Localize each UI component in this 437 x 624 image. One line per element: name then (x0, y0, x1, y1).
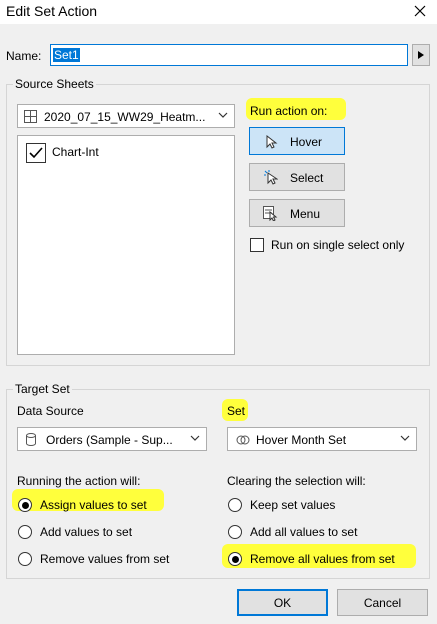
select-button-label: Select (290, 171, 324, 185)
remove-all-values-radio[interactable] (228, 552, 242, 566)
ok-button[interactable]: OK (237, 589, 328, 616)
set-value: Hover Month Set (256, 433, 347, 447)
sheet-list: Chart-Int (17, 135, 235, 355)
add-all-values-label: Add all values to set (250, 525, 358, 539)
running-action-label: Running the action will: (17, 474, 141, 488)
sheet-item-label: Chart-Int (52, 145, 99, 159)
window-title: Edit Set Action (6, 3, 98, 19)
grid-icon (24, 110, 37, 123)
source-sheets-legend: Source Sheets (13, 77, 96, 91)
assign-radio[interactable] (18, 498, 32, 512)
triangle-right-icon (418, 51, 424, 59)
name-expand-button[interactable] (412, 44, 430, 66)
set-dropdown[interactable]: Hover Month Set (227, 427, 417, 451)
data-source-label: Data Source (17, 404, 84, 418)
remove-values-radio[interactable] (18, 552, 32, 566)
cancel-button[interactable]: Cancel (337, 589, 428, 616)
data-source-value: Orders (Sample - Sup... (46, 433, 173, 447)
keep-values-label: Keep set values (250, 498, 336, 512)
source-sheet-dropdown[interactable]: 2020_07_15_WW29_Heatm... (17, 104, 235, 128)
add-all-values-radio[interactable] (228, 525, 242, 539)
assign-label: Assign values to set (40, 498, 147, 512)
single-select-checkbox[interactable] (250, 238, 264, 252)
source-sheet-value: 2020_07_15_WW29_Heatm... (44, 110, 206, 124)
menu-icon (263, 206, 278, 221)
menu-button[interactable]: Menu (249, 199, 345, 227)
add-values-radio[interactable] (18, 525, 32, 539)
hover-button[interactable]: Hover (249, 127, 345, 155)
remove-all-values-label: Remove all values from set (250, 552, 395, 566)
chevron-down-icon (218, 112, 228, 118)
run-action-label: Run action on: (250, 104, 328, 118)
select-icon (264, 170, 278, 185)
set-label: Set (227, 404, 246, 418)
single-select-label: Run on single select only (271, 238, 405, 252)
clearing-selection-label: Clearing the selection will: (227, 474, 366, 488)
add-values-label: Add values to set (40, 525, 133, 539)
checkmark-icon (29, 147, 43, 159)
select-button[interactable]: Select (249, 163, 345, 191)
sheet-checkbox[interactable] (26, 143, 46, 163)
keep-values-radio[interactable] (228, 498, 242, 512)
chevron-down-icon (190, 435, 200, 441)
database-icon (26, 433, 36, 446)
name-label: Name: (6, 49, 42, 63)
data-source-dropdown[interactable]: Orders (Sample - Sup... (17, 427, 207, 451)
hover-button-label: Hover (290, 135, 323, 149)
cursor-icon (266, 135, 278, 149)
close-icon[interactable] (410, 1, 430, 21)
name-input[interactable]: Set1 (50, 44, 408, 66)
name-input-value: Set1 (53, 48, 80, 62)
set-icon (236, 435, 250, 445)
remove-values-label: Remove values from set (40, 552, 170, 566)
chevron-down-icon (400, 435, 410, 441)
target-set-legend: Target Set (13, 382, 72, 396)
menu-button-label: Menu (290, 207, 321, 221)
